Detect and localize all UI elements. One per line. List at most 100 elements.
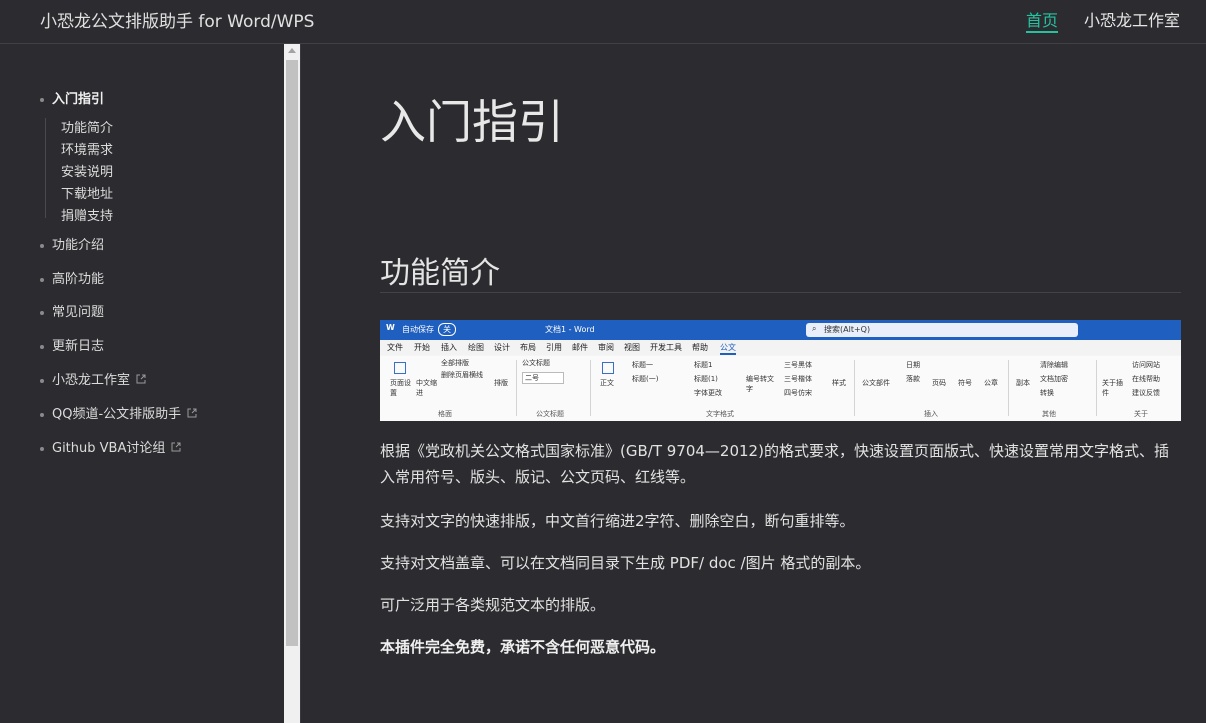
ribbon-menu-item: 开始 <box>414 343 430 352</box>
sidebar-scrollbar[interactable] <box>284 44 300 723</box>
sidebar-item-advanced[interactable]: 高阶功能 <box>40 268 104 287</box>
sidebar-subitem-install[interactable]: 安装说明 <box>61 161 113 180</box>
section-title: 功能简介 <box>380 256 500 291</box>
ribbon-menu-item: 视图 <box>624 343 640 352</box>
ribbon-menu-item: 帮助 <box>692 343 708 352</box>
ribbon-tool: 在线帮助 <box>1132 375 1160 383</box>
ribbon-tool: 排版 <box>494 379 508 387</box>
ribbon-tool: 关于插件 <box>1102 379 1123 397</box>
nav-studio[interactable]: 小恐龙工作室 <box>1084 0 1180 43</box>
ribbon-separator <box>1008 360 1009 416</box>
bullet-icon <box>40 344 44 349</box>
ribbon-tool: 页码 <box>932 379 946 387</box>
ribbon-tool: 全部排版 <box>441 359 469 367</box>
ribbon-tool: 删除页眉横线 <box>441 371 483 379</box>
scroll-up-arrow-icon[interactable] <box>288 48 296 53</box>
sidebar-item-features[interactable]: 功能介绍 <box>40 234 104 253</box>
top-nav: 首页 小恐龙工作室 <box>1000 0 1180 43</box>
ribbon-search-box: ⌕ 搜索(Alt+Q) <box>806 323 1078 337</box>
sidebar-subitem-requirements[interactable]: 环境需求 <box>61 139 113 158</box>
scroll-thumb[interactable] <box>286 60 298 646</box>
ribbon-menu-item: 邮件 <box>572 343 588 352</box>
ribbon-tool: 落款 <box>906 375 920 383</box>
ribbon-tool: 标题(一) <box>632 375 659 383</box>
ribbon-tool: 页面设置 <box>390 379 411 397</box>
bullet-icon <box>40 310 44 315</box>
ribbon-separator <box>590 360 591 416</box>
external-link-icon <box>187 407 197 422</box>
ribbon-tool: 正文 <box>600 379 614 387</box>
ribbon-menu: 文件 开始 插入 绘图 设计 布局 引用 邮件 审阅 视图 开发工具 帮助 公文 <box>380 340 1181 355</box>
ribbon-separator <box>854 360 855 416</box>
search-icon: ⌕ <box>812 324 817 333</box>
external-link-icon <box>136 373 146 388</box>
autosave-label: 自动保存 <box>402 325 434 334</box>
sidebar-item-qq-channel[interactable]: QQ频道-公文排版助手 <box>40 403 197 422</box>
bullet-icon <box>40 412 44 417</box>
ribbon-tool: 标题一 <box>632 361 653 369</box>
ribbon-menu-item: 审阅 <box>598 343 614 352</box>
sidebar-subitem-intro[interactable]: 功能简介 <box>61 117 113 136</box>
ribbon-separator <box>516 360 517 416</box>
bullet-icon <box>40 243 44 248</box>
sidebar-item-studio[interactable]: 小恐龙工作室 <box>40 369 146 388</box>
bullet-icon <box>40 378 44 383</box>
ribbon-tool: 编号转文字 <box>746 375 774 393</box>
ribbon-menu-item: 开发工具 <box>650 343 682 352</box>
ribbon-menu-item: 设计 <box>494 343 510 352</box>
ribbon-group-label: 公文标题 <box>536 410 564 418</box>
sidebar-subitem-donate[interactable]: 捐赠支持 <box>61 205 113 224</box>
ribbon-separator <box>1096 360 1097 416</box>
text-body-icon <box>602 362 614 374</box>
external-link-icon <box>171 441 181 456</box>
section-divider <box>380 292 1181 293</box>
site-title[interactable]: 小恐龙公文排版助手 for Word/WPS <box>40 7 314 32</box>
ribbon-body: 页面设置 中文缩进 全部排版 删除页眉横线 排版 格面 公文标题 二号 公文标题… <box>380 356 1181 421</box>
word-logo-icon: W <box>386 323 395 332</box>
sub-nav-bar <box>45 118 46 218</box>
ribbon-group-label: 格面 <box>438 410 452 418</box>
ribbon-tool: 三号黑体 <box>784 361 812 369</box>
sidebar-item-faq[interactable]: 常见问题 <box>40 301 104 320</box>
sidebar-subitem-download[interactable]: 下载地址 <box>61 183 113 202</box>
ribbon-tool: 建议反馈 <box>1132 389 1160 397</box>
ribbon-tool: 文档加密 <box>1040 375 1068 383</box>
ribbon-tool: 标题(1) <box>694 375 718 383</box>
ribbon-title-bar: W 自动保存 关 文档1 - Word ⌕ 搜索(Alt+Q) <box>380 320 1181 340</box>
ribbon-tool: 访问网站 <box>1132 361 1160 369</box>
ribbon-menu-item: 插入 <box>441 343 457 352</box>
ribbon-tool: 四号仿宋 <box>784 389 812 397</box>
sidebar-item-github[interactable]: Github VBA讨论组 <box>40 437 181 456</box>
ribbon-tool: 日期 <box>906 361 920 369</box>
ribbon-menu-item: 绘图 <box>468 343 484 352</box>
feature-paragraph: 可广泛用于各类规范文本的排版。 <box>380 596 606 614</box>
ribbon-menu-item: 引用 <box>546 343 562 352</box>
ribbon-menu-item: 文件 <box>387 343 403 352</box>
ribbon-tool: 清除编辑 <box>1040 361 1068 369</box>
sidebar-item-getting-started[interactable]: 入门指引 <box>40 88 104 107</box>
nav-home[interactable]: 首页 <box>1025 0 1058 33</box>
page-title: 入门指引 <box>380 95 564 149</box>
page-setup-icon <box>394 362 406 374</box>
bullet-icon <box>40 446 44 451</box>
ribbon-tool: 转换 <box>1040 389 1054 397</box>
word-ribbon-screenshot: W 自动保存 关 文档1 - Word ⌕ 搜索(Alt+Q) 文件 开始 插入… <box>380 320 1181 421</box>
ribbon-group-label: 插入 <box>924 410 938 418</box>
intro-paragraph: 根据《党政机关公文格式国家标准》(GB/T 9704—2012)的格式要求，快速… <box>380 442 1169 486</box>
ribbon-tool: 符号 <box>958 379 972 387</box>
ribbon-tool: 公文部件 <box>862 379 890 387</box>
feature-paragraph: 支持对文档盖章、可以在文档同目录下生成 PDF/ doc /图片 格式的副本。 <box>380 554 871 572</box>
ribbon-tool: 三号楷体 <box>784 375 812 383</box>
ribbon-group-label: 其他 <box>1042 410 1056 418</box>
sidebar-item-changelog[interactable]: 更新日志 <box>40 335 104 354</box>
top-navbar: 小恐龙公文排版助手 for Word/WPS 首页 小恐龙工作室 <box>0 0 1206 44</box>
ribbon-tool: 公章 <box>984 379 998 387</box>
free-notice: 本插件完全免费，承诺不含任何恶意代码。 <box>380 638 666 656</box>
ribbon-search-text: 搜索(Alt+Q) <box>824 325 871 334</box>
ribbon-menu-item-active: 公文 <box>720 342 736 355</box>
bullet-icon <box>40 97 44 102</box>
feature-paragraph: 支持对文字的快速排版，中文首行缩进2字符、删除空白，断句重排等。 <box>380 512 855 530</box>
bullet-icon <box>40 277 44 282</box>
ribbon-tool: 副本 <box>1016 379 1030 387</box>
ribbon-tool: 公文标题 <box>522 359 550 367</box>
